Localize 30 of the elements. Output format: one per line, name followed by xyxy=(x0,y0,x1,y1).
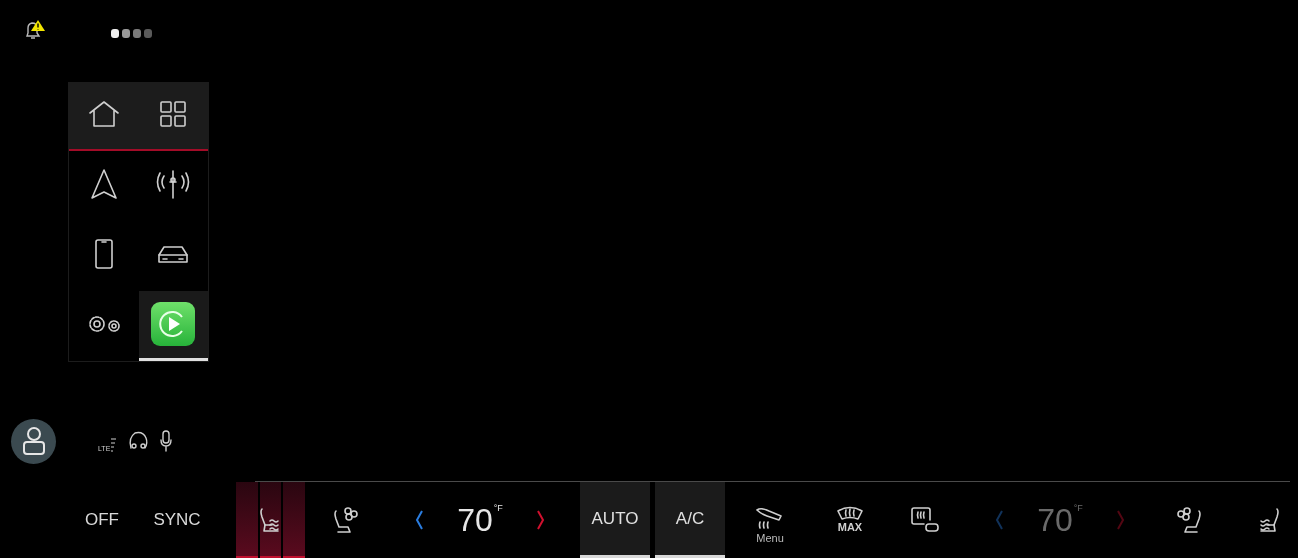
navigation-arrow-icon xyxy=(89,168,118,201)
climate-button[interactable]: SYNC xyxy=(145,503,209,537)
antenna-icon xyxy=(156,168,191,201)
temperature-value: 70 xyxy=(457,504,493,536)
climate-mode-button[interactable]: AUTO xyxy=(580,482,650,558)
heated-seat-button[interactable] xyxy=(236,482,305,558)
profile-avatar[interactable] xyxy=(11,418,56,464)
climate-button[interactable]: OFF xyxy=(77,503,127,537)
grid-icon xyxy=(159,100,188,129)
chevron-right-icon xyxy=(1116,509,1126,531)
temperature-unit: °F xyxy=(1073,504,1083,513)
chevron-left-icon xyxy=(414,509,424,531)
max-defrost-button[interactable]: MAX xyxy=(836,505,864,535)
chevron-left-icon xyxy=(994,509,1004,531)
microphone-icon xyxy=(159,429,174,454)
phone-icon xyxy=(93,238,114,271)
carplay-icon xyxy=(151,302,196,346)
decrease-temperature-button[interactable] xyxy=(414,509,424,531)
signal-bars-icon xyxy=(110,436,118,453)
person-icon xyxy=(20,426,47,457)
rear-defrost-icon xyxy=(910,506,940,534)
climate-mode-button[interactable]: A/C xyxy=(655,482,725,558)
increase-temperature-button[interactable] xyxy=(536,509,546,531)
temperature-unit: °F xyxy=(493,504,503,513)
launcher-app-button[interactable] xyxy=(138,290,208,361)
temperature-value: 70 xyxy=(1037,504,1073,536)
chevron-right-icon xyxy=(536,509,546,531)
home-icon xyxy=(86,100,121,129)
airflow-menu-button[interactable]: Menu xyxy=(755,494,785,546)
windshield-defrost-icon xyxy=(836,505,864,522)
